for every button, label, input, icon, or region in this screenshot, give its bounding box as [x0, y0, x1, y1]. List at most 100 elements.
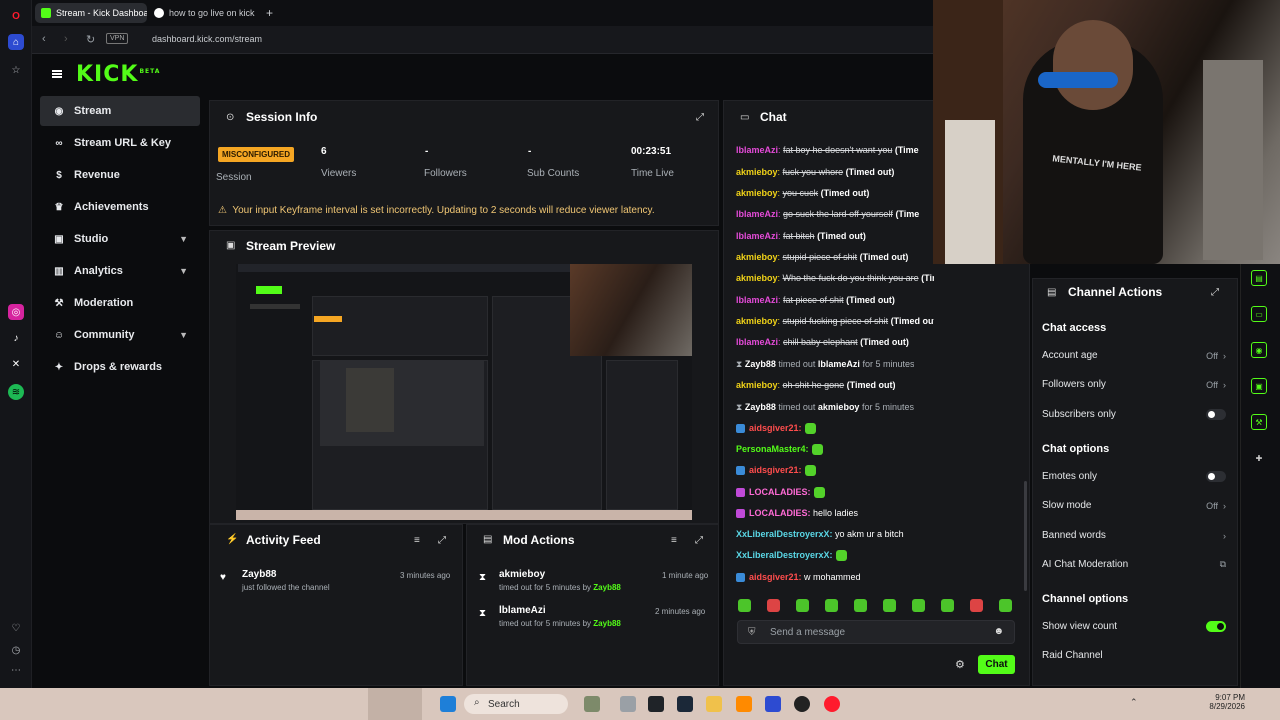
chat-message[interactable]: akmieboy: stupid fucking piece of shit (… — [736, 316, 934, 326]
expand-icon[interactable]: ⤢ — [1211, 287, 1219, 298]
raid-channel-row[interactable]: Raid Channel — [1042, 650, 1226, 661]
chat-message[interactable]: aidsgiver21: w mohammed — [736, 572, 861, 583]
sidebar-item-community[interactable]: ☺ Community ▼ — [40, 320, 200, 350]
chat-message[interactable]: lblameAzi: fat piece of shit (Timed out) — [736, 295, 895, 305]
new-tab-button[interactable]: + — [260, 3, 278, 23]
mod-target[interactable]: lblameAzi — [499, 605, 546, 616]
chat-message[interactable]: PersonaMaster4: — [736, 444, 823, 456]
chat-message[interactable]: LOCALADIES: hello ladies — [736, 508, 858, 519]
chat-toggle-icon[interactable]: ▭ — [1251, 306, 1267, 322]
emote-icon[interactable] — [970, 599, 983, 612]
camera-toggle-icon[interactable]: ◉ — [1251, 342, 1267, 358]
taskbar-clock[interactable]: 9:07 PM 8/29/2026 — [1209, 693, 1245, 711]
app-icon[interactable] — [736, 696, 752, 712]
heart-icon[interactable]: ♡ — [8, 620, 24, 636]
chat-message[interactable]: akmieboy: Who the fuck do you think you … — [736, 273, 934, 283]
sidebar-item-drops-rewards[interactable]: ✦ Drops & rewards — [40, 352, 200, 382]
instagram-icon[interactable]: ◎ — [8, 304, 24, 320]
sidebar-item-revenue[interactable]: $ Revenue — [40, 160, 200, 190]
history-icon[interactable]: ◷ — [8, 642, 24, 658]
sidebar-item-stream[interactable]: ◉ Stream — [40, 96, 200, 126]
chat-message[interactable]: lblameAzi: chill baby elephant (Timed ou… — [736, 337, 909, 347]
windows-start-icon[interactable] — [440, 696, 456, 712]
emote-icon[interactable] — [854, 599, 867, 612]
emote-icon[interactable] — [796, 599, 809, 612]
stream-preview-video[interactable] — [236, 264, 692, 520]
chat-message[interactable]: XxLiberalDestroyerxX: — [736, 550, 847, 562]
url-field[interactable]: dashboard.kick.com/stream — [152, 34, 262, 44]
sidebar-item-achievements[interactable]: ♛ Achievements — [40, 192, 200, 222]
star-icon[interactable]: ☆ — [8, 62, 24, 78]
chat-message[interactable]: lblameAzi: go suck the lard off yourself… — [736, 209, 919, 219]
app-blue-icon[interactable] — [765, 696, 781, 712]
expand-icon[interactable]: ⤢ — [695, 535, 703, 546]
emote-icon[interactable] — [999, 599, 1012, 612]
gear-icon[interactable]: ⚙ — [955, 658, 965, 671]
emotes-only-toggle[interactable] — [1206, 471, 1226, 482]
chat-message[interactable]: akmieboy: fuck you whore (Timed out) — [736, 167, 894, 177]
sidebar-item-moderation[interactable]: ⚒ Moderation — [40, 288, 200, 318]
tray-chevron-icon[interactable]: ⌃ — [1130, 697, 1138, 708]
opera-icon[interactable]: O — [8, 8, 24, 24]
emote-icon[interactable] — [941, 599, 954, 612]
chat-message[interactable]: aidsgiver21: — [736, 423, 816, 435]
chat-message[interactable]: akmieboy: stupid piece of shit (Timed ou… — [736, 252, 908, 262]
opera-taskbar-icon[interactable] — [824, 696, 840, 712]
chat-message[interactable]: LOCALADIES: — [736, 487, 825, 499]
chat-message[interactable]: XxLiberalDestroyerxX: yo akm ur a bitch — [736, 529, 904, 539]
banned-words-row[interactable]: Banned words › — [1042, 530, 1226, 541]
steam-icon[interactable] — [677, 696, 693, 712]
chat-scrollbar[interactable] — [1024, 481, 1027, 591]
expand-icon[interactable]: ⤢ — [696, 112, 704, 123]
menu-icon[interactable] — [52, 70, 62, 78]
ai-chat-moderation-row[interactable]: AI Chat Moderation ⧉ — [1042, 559, 1226, 570]
reload-icon[interactable]: ↻ — [86, 33, 95, 46]
hammer-toggle-icon[interactable]: ⚒ — [1251, 414, 1267, 430]
emote-icon[interactable] — [738, 599, 751, 612]
subscribers-only-toggle[interactable] — [1206, 409, 1226, 420]
sidebar-item-studio[interactable]: ▣ Studio ▼ — [40, 224, 200, 254]
send-chat-button[interactable]: Chat — [978, 655, 1015, 674]
x-icon[interactable]: ✕ — [8, 356, 24, 372]
feed-user[interactable]: Zayb88 — [242, 569, 276, 580]
back-icon[interactable]: ‹ — [42, 33, 46, 45]
sidebar-item-stream-url-key[interactable]: ∞ Stream URL & Key — [40, 128, 200, 158]
chat-message[interactable]: akmieboy: oh shit he gone (Timed out) — [736, 380, 895, 390]
slow-mode-row[interactable]: Slow mode Off › — [1042, 500, 1226, 511]
kick-logo[interactable]: KICKBETA — [76, 62, 160, 87]
tiktok-icon[interactable]: ♪ — [8, 330, 24, 346]
chat-message[interactable]: akmieboy: you cuck (Timed out) — [736, 188, 869, 198]
emote-icon[interactable] — [825, 599, 838, 612]
account-age-row[interactable]: Account age Off › — [1042, 350, 1226, 361]
spotify-icon[interactable]: ≋ — [8, 384, 24, 400]
file-explorer-icon[interactable] — [706, 696, 722, 712]
emote-icon[interactable] — [883, 599, 896, 612]
video-toggle-icon[interactable]: ▣ — [1251, 378, 1267, 394]
emote-icon[interactable] — [767, 599, 780, 612]
panel-toggle-icon[interactable]: ▤ — [1251, 270, 1267, 286]
tab-google-search[interactable]: how to go live on kick - Go — [148, 3, 256, 23]
add-widget-icon[interactable]: ✚ — [1251, 450, 1267, 466]
emoji-icon[interactable]: ☻ — [993, 626, 1004, 637]
filter-icon[interactable]: ≡ — [671, 535, 677, 546]
followers-only-row[interactable]: Followers only Off › — [1042, 379, 1226, 390]
forward-icon[interactable]: › — [64, 33, 68, 45]
show-view-count-toggle[interactable] — [1206, 621, 1226, 632]
chat-message[interactable]: lblameAzi: fat bitch (Timed out) — [736, 231, 866, 241]
filter-icon[interactable]: ≡ — [414, 535, 420, 546]
more-icon[interactable]: ⋯ — [8, 662, 24, 678]
home-icon[interactable]: ⌂ — [8, 34, 24, 50]
widgets-icon[interactable] — [584, 696, 600, 712]
emote-icon[interactable] — [912, 599, 925, 612]
chat-input[interactable]: Send a message — [770, 627, 845, 638]
sidebar-item-analytics[interactable]: ▥ Analytics ▼ — [40, 256, 200, 286]
chat-message[interactable]: lblameAzi: fat boy he doesn't want you (… — [736, 145, 919, 155]
expand-icon[interactable]: ⤢ — [438, 535, 446, 546]
obs-icon[interactable] — [794, 696, 810, 712]
chat-input-box[interactable]: ⛨ Send a message ☻ — [737, 620, 1015, 644]
tab-kick-dashboard[interactable]: Stream - Kick Dashboard — [35, 3, 147, 23]
vpn-badge[interactable]: VPN — [106, 33, 129, 44]
terminal-icon[interactable] — [648, 696, 664, 712]
chat-message[interactable]: aidsgiver21: — [736, 465, 816, 477]
task-view-icon[interactable] — [620, 696, 636, 712]
